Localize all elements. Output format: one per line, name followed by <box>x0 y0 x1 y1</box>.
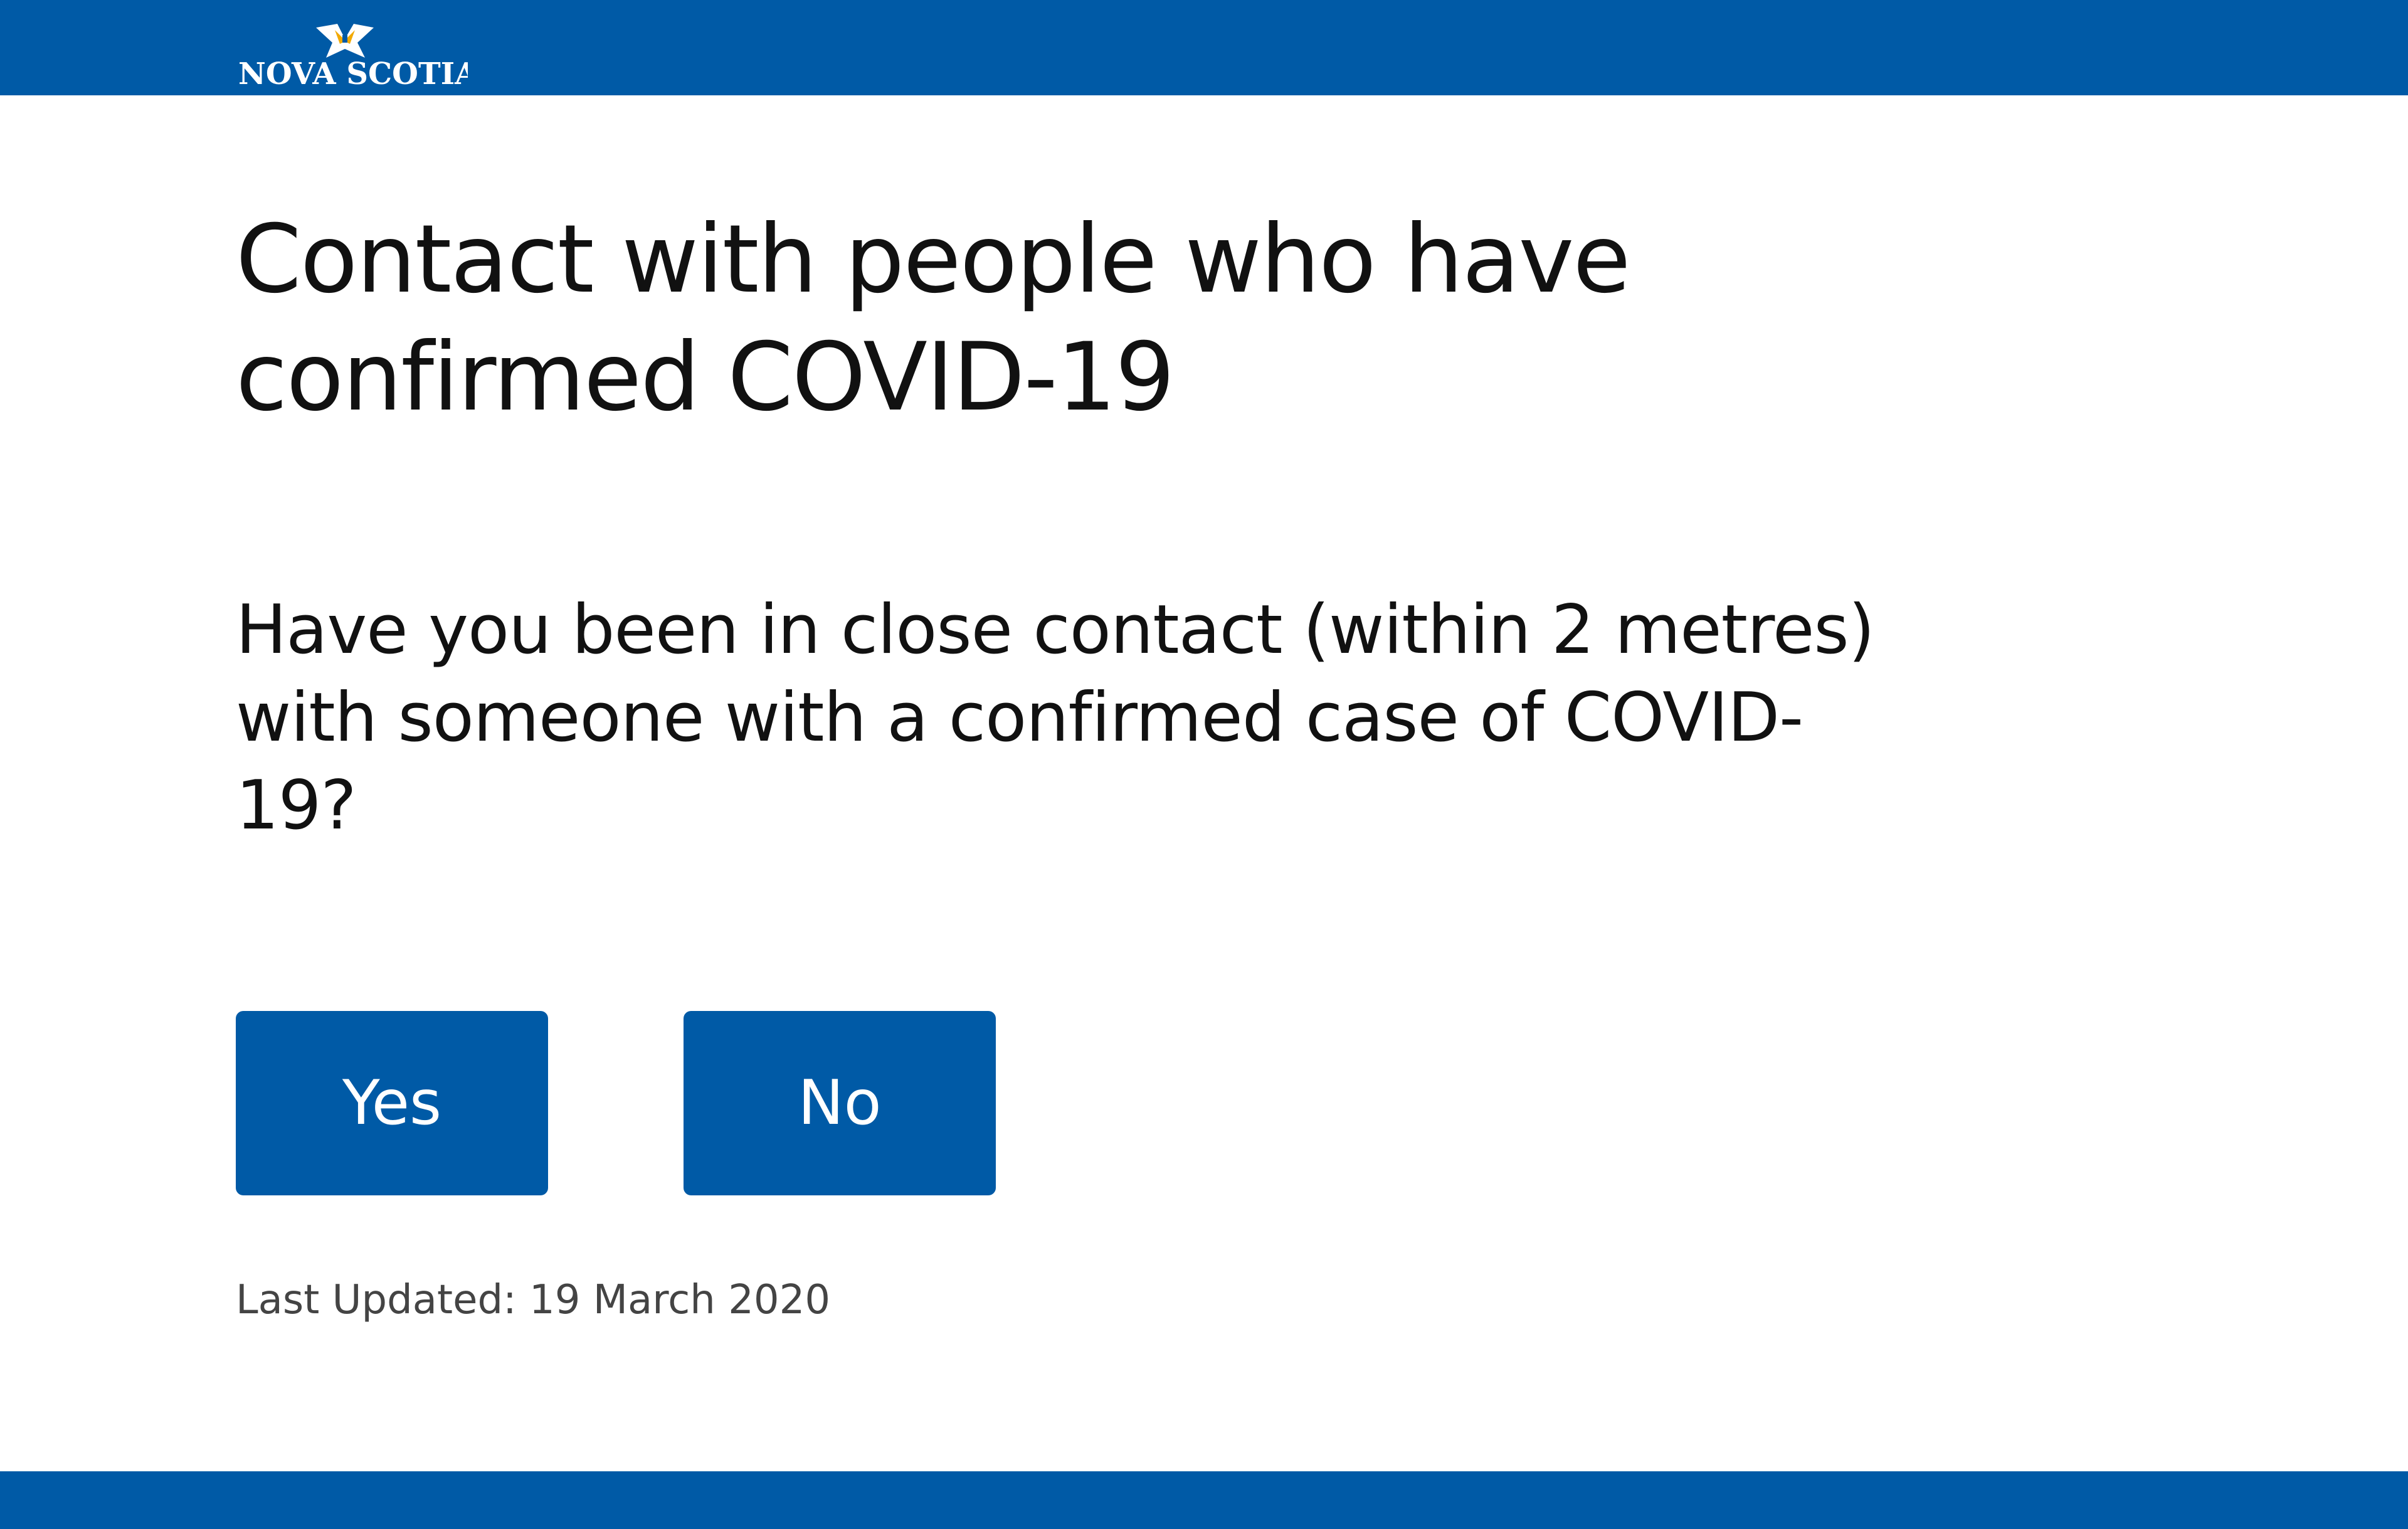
page-title: Contact with people who have confirmed C… <box>236 205 1631 432</box>
nova-scotia-logo[interactable]: NOVA SCOTIA <box>236 19 468 88</box>
nova-scotia-logo-icon: NOVA SCOTIA <box>238 24 468 88</box>
last-updated-text: Last Updated: 19 March 2020 <box>236 1277 831 1323</box>
yes-button[interactable]: Yes <box>236 1011 548 1195</box>
footer-bar <box>0 1471 2408 1529</box>
header-bar: NOVA SCOTIA <box>0 0 2408 95</box>
page: NOVA SCOTIA Contact with people who have… <box>0 0 2408 1529</box>
no-button[interactable]: No <box>684 1011 996 1195</box>
logo-text: NOVA SCOTIA <box>238 56 468 88</box>
question-text: Have you been in close contact (within 2… <box>236 591 1875 845</box>
